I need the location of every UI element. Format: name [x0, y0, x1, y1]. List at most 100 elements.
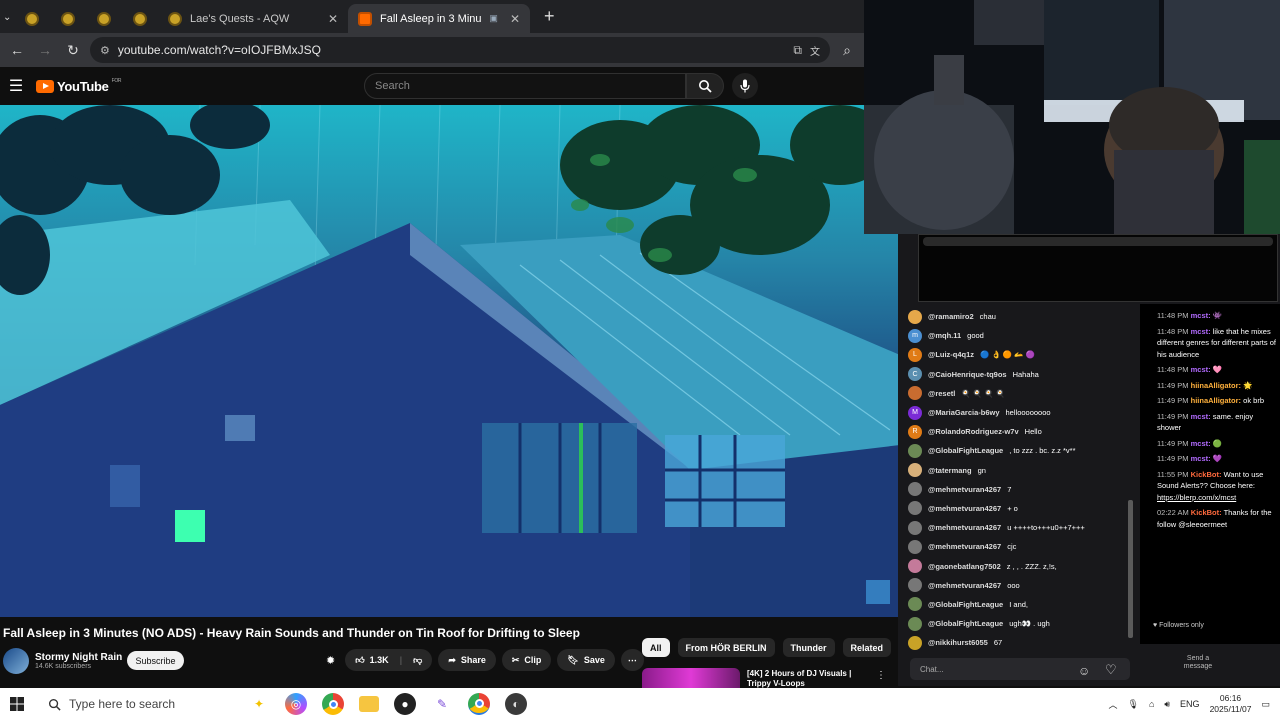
heart-icon[interactable]: ♡ — [1105, 662, 1117, 678]
chat-scrollbar[interactable] — [1128, 500, 1133, 638]
subscribe-button[interactable]: Subscribe — [127, 651, 184, 670]
volume-icon[interactable]: 🔊︎ — [1164, 699, 1170, 710]
chat-avatar[interactable]: R — [908, 424, 922, 439]
save-button[interactable]: 🔖︎ Save — [557, 649, 615, 671]
like-button[interactable]: 👍︎ 1.3K | 👎︎ — [345, 649, 433, 671]
channel-name[interactable]: Stormy Night Rain — [35, 652, 122, 663]
voice-search-button[interactable] — [732, 73, 758, 99]
kick-chat-name[interactable]: mcst: — [1191, 412, 1211, 421]
chat-avatar[interactable] — [908, 616, 922, 631]
chat-username[interactable]: @RolandoRodriguez-w7v — [928, 427, 1019, 436]
windows-start-button[interactable] — [0, 697, 34, 711]
chat-username[interactable]: @CaioHenrique-tq9os — [928, 370, 1007, 379]
kick-chat-name[interactable]: KickBot: — [1191, 470, 1222, 479]
tab-search-chevron-icon[interactable]: ⌄ — [0, 12, 14, 33]
recommended-thumbnail[interactable] — [642, 668, 740, 688]
chat-avatar[interactable] — [908, 559, 922, 574]
clip-button[interactable]: ✂ Clip — [501, 649, 552, 671]
site-settings-icon[interactable]: ⚙ — [100, 44, 110, 57]
chat-avatar[interactable] — [908, 578, 922, 593]
chat-username[interactable]: @mehmetvuran4267 — [928, 581, 1001, 590]
copilot-icon[interactable]: ◎ — [285, 693, 307, 715]
paint-icon[interactable]: ✎ — [431, 693, 453, 715]
channel-avatar[interactable] — [3, 648, 29, 674]
forward-arrow-icon[interactable]: → — [34, 39, 56, 61]
language-indicator[interactable]: ENG — [1180, 699, 1200, 709]
thumbs-down-icon[interactable]: 👎︎ — [413, 655, 422, 666]
chat-avatar[interactable]: M — [908, 405, 922, 420]
reload-icon[interactable]: ↻ — [62, 39, 84, 61]
chat-username[interactable]: @mehmetvuran4267 — [928, 523, 1001, 532]
kick-chat-name[interactable]: mcst: — [1191, 454, 1211, 463]
search-button[interactable] — [686, 73, 724, 99]
send-message-label[interactable]: Send a message — [1183, 655, 1213, 671]
chat-username[interactable]: @MariaGarcia-b6wy — [928, 408, 1000, 417]
chat-avatar[interactable] — [908, 635, 922, 650]
media-cast-icon[interactable]: ▣ — [489, 13, 498, 24]
zoom-icon[interactable]: ⌕ — [836, 39, 858, 61]
chat-username[interactable]: @mqh.11 — [928, 331, 961, 340]
address-bar[interactable]: ⚙ youtube.com/watch?v=oIOJFBMxJSQ ⧉ 文 — [90, 37, 830, 63]
kick-chat-link[interactable]: https://blerp.com/x/mcst — [1157, 493, 1236, 502]
emoji-icon[interactable]: ☺ — [1078, 664, 1090, 678]
chat-avatar[interactable] — [908, 597, 922, 612]
chat-avatar[interactable] — [908, 539, 922, 554]
video-player[interactable] — [0, 105, 900, 617]
kick-chat-name[interactable]: mcst: — [1191, 311, 1211, 320]
kick-chat-name[interactable]: hiinaAlligator: — [1191, 381, 1241, 390]
pinned-tab-4[interactable] — [122, 4, 158, 33]
sparkles-icon[interactable]: ✦ — [248, 693, 270, 715]
clock[interactable]: 06:16 2025/11/07 — [1210, 693, 1252, 715]
kick-chat-name[interactable]: hiinaAlligator: — [1191, 396, 1241, 405]
pinned-tab-1[interactable] — [14, 4, 50, 33]
new-tab-icon[interactable]: + — [530, 6, 569, 33]
network-icon[interactable]: ⌂ — [1149, 699, 1154, 709]
chat-username[interactable]: @GlobalFightLeague — [928, 446, 1003, 455]
tab-fall-asleep[interactable]: Fall Asleep in 3 Minutes (N ▣ ✕ — [348, 4, 530, 33]
chat-input[interactable]: Chat... — [910, 658, 1130, 680]
translate-icon[interactable]: 文 — [810, 43, 820, 58]
app-icon[interactable]: ◐ — [505, 693, 527, 715]
chat-avatar[interactable] — [908, 443, 922, 458]
file-explorer-icon[interactable] — [359, 696, 379, 712]
chat-avatar[interactable]: L — [908, 347, 922, 362]
chip-all[interactable]: All — [642, 638, 670, 657]
chat-avatar[interactable] — [908, 520, 922, 535]
chip-thunder[interactable]: Thunder — [782, 638, 835, 657]
back-arrow-icon[interactable]: ← — [6, 39, 28, 61]
chat-username[interactable]: @ramamiro2 — [928, 312, 974, 321]
chat-username[interactable]: @GlobalFightLeague — [928, 619, 1003, 628]
notifications-icon[interactable]: ▭ — [1261, 699, 1270, 710]
chat-avatar[interactable] — [908, 386, 922, 401]
search-input[interactable]: Search — [364, 73, 686, 99]
youtube-logo[interactable]: YouTube FOR — [36, 78, 122, 94]
recommended-title[interactable]: [4K] 2 Hours of DJ Visuals | Trippy V-Lo… — [747, 669, 867, 688]
menu-icon[interactable]: ☰ — [4, 76, 28, 96]
chat-username[interactable]: @mehmetvuran4267 — [928, 504, 1001, 513]
pinned-tab-3[interactable] — [86, 4, 122, 33]
chat-avatar[interactable] — [908, 482, 922, 497]
chip-related[interactable]: Related — [842, 638, 892, 657]
chat-username[interactable]: @Luiz-q4q1z — [928, 350, 974, 359]
microphone-icon[interactable]: 🎙︎ — [1128, 699, 1139, 710]
recommended-video[interactable]: [4K] 2 Hours of DJ Visuals | Trippy V-Lo… — [642, 668, 882, 688]
chat-username[interactable]: @gaonebatlang7502 — [928, 562, 1001, 571]
chat-username[interactable]: @mehmetvuran4267 — [928, 542, 1001, 551]
kick-chat-name[interactable]: KickBot: — [1191, 508, 1222, 517]
chat-username[interactable]: @nikkihurst6055 — [928, 638, 988, 647]
chrome-icon[interactable] — [322, 693, 344, 715]
chrome-active-icon[interactable] — [468, 693, 490, 715]
chat-avatar[interactable] — [908, 463, 922, 478]
kebab-menu-icon[interactable]: ⋮ — [876, 670, 882, 681]
chip-from-hor-berlin[interactable]: From HÖR BERLIN — [677, 638, 775, 657]
install-app-icon[interactable]: ⧉ — [793, 43, 802, 58]
chat-username[interactable]: @mehmetvuran4267 — [928, 485, 1001, 494]
kick-chat-name[interactable]: mcst: — [1191, 365, 1211, 374]
kick-chat-name[interactable]: mcst: — [1191, 327, 1211, 336]
chevron-up-icon[interactable]: ︿ — [1108, 698, 1117, 711]
kick-chat-name[interactable]: mcst: — [1191, 439, 1211, 448]
chat-avatar[interactable]: C — [908, 367, 922, 382]
share-button[interactable]: ➦ Share — [438, 649, 496, 671]
creator-badge-icon[interactable]: ✹ — [326, 654, 335, 667]
chat-username[interactable]: @tatermang — [928, 466, 972, 475]
